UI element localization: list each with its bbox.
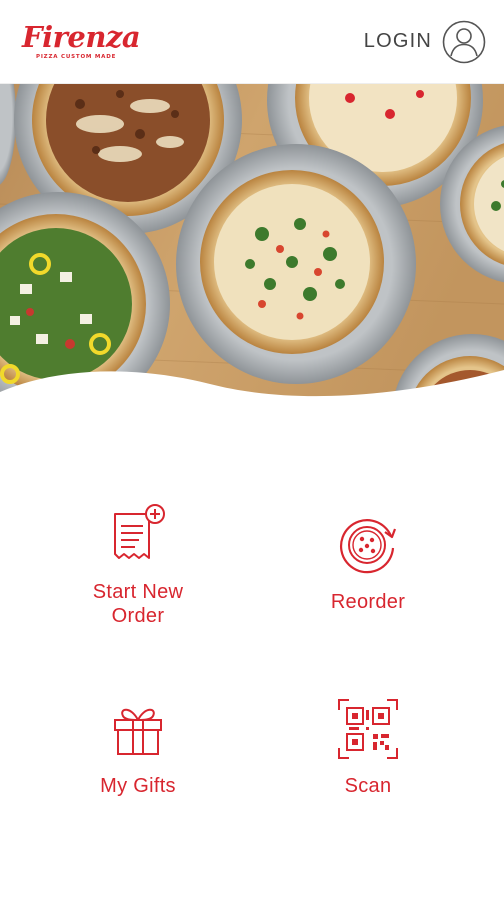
app-header: Firenza PIZZA CUSTOM MADE LOGIN bbox=[0, 0, 504, 84]
logo-wordmark: Firenza bbox=[22, 19, 141, 54]
receipt-plus-icon bbox=[114, 504, 165, 559]
logo-tagline: PIZZA CUSTOM MADE bbox=[36, 53, 117, 60]
scan-button[interactable]: Scan bbox=[268, 696, 468, 798]
start-new-order-label-line1: Start New bbox=[92, 581, 184, 603]
start-new-order-label-line2: Order bbox=[111, 605, 165, 627]
reorder-label: Reorder bbox=[330, 591, 406, 613]
my-gifts-label: My Gifts bbox=[100, 775, 176, 797]
my-gifts-button[interactable]: My Gifts bbox=[38, 696, 238, 798]
hero-pizza-image bbox=[0, 84, 504, 414]
start-new-order-button[interactable]: Start New Order bbox=[38, 502, 238, 628]
pizza-photo bbox=[0, 84, 504, 414]
gift-icon bbox=[114, 708, 162, 755]
pizza-reorder-icon bbox=[339, 519, 397, 574]
start-new-order-label: Start New Order bbox=[93, 580, 184, 628]
scan-label: Scan bbox=[344, 775, 392, 797]
reorder-button[interactable]: Reorder bbox=[268, 512, 468, 614]
home-actions: Start New Order Reorder My Gifts Scan bbox=[0, 414, 504, 900]
login-label: LOGIN bbox=[363, 30, 432, 52]
user-avatar-icon bbox=[442, 20, 486, 63]
login-button[interactable]: LOGIN bbox=[364, 20, 486, 64]
qr-code-icon bbox=[338, 699, 398, 759]
firenza-logo[interactable]: Firenza PIZZA CUSTOM MADE bbox=[22, 19, 141, 61]
